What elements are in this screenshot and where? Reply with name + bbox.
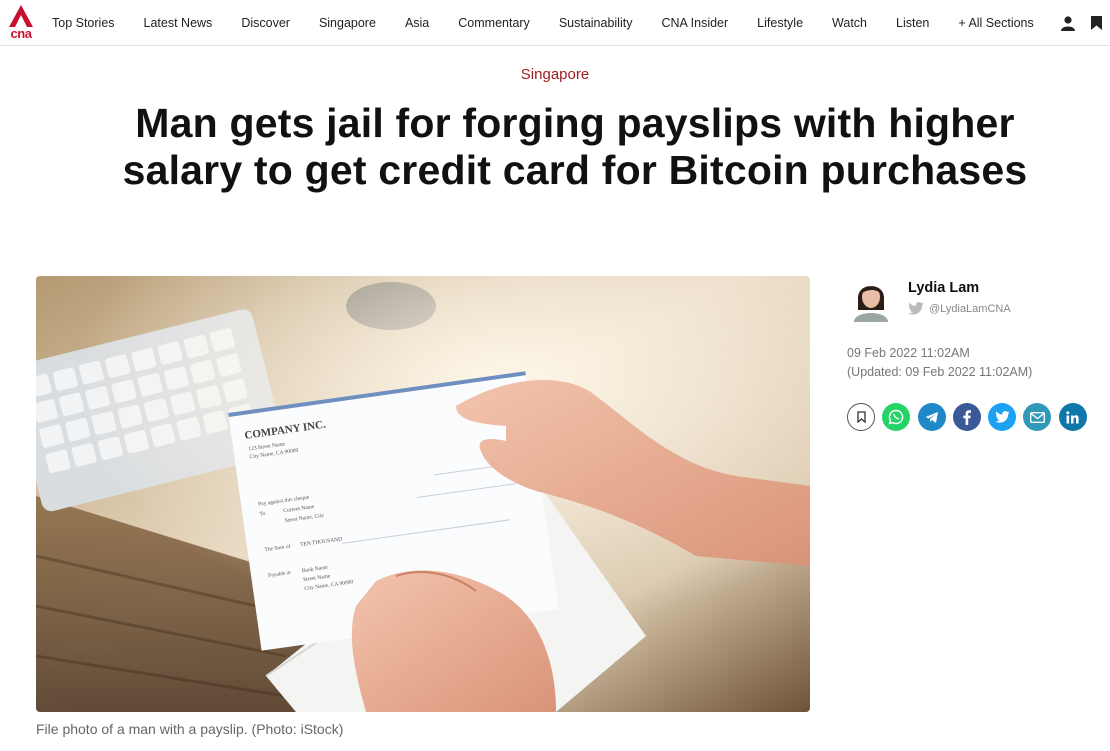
whatsapp-icon [888, 409, 904, 425]
nav-item-all-sections[interactable]: + All Sections [958, 16, 1033, 30]
email-icon [1029, 411, 1045, 423]
nav-item-asia[interactable]: Asia [405, 16, 429, 30]
nav-item-latest-news[interactable]: Latest News [144, 16, 213, 30]
nav-actions [1054, 0, 1110, 46]
nav-item-sustainability[interactable]: Sustainability [559, 16, 633, 30]
nav-item-lifestyle[interactable]: Lifestyle [757, 16, 803, 30]
facebook-share-button[interactable] [952, 403, 981, 431]
author-avatar[interactable] [850, 276, 892, 322]
headline-line-1: Man gets jail for forging payslips with … [135, 100, 1015, 146]
author-name[interactable]: Lydia Lam [908, 280, 979, 296]
headline-line-2: salary to get credit card for Bitcoin pu… [122, 147, 1028, 193]
nav-item-cna-insider[interactable]: CNA Insider [661, 16, 728, 30]
nav-item-listen[interactable]: Listen [896, 16, 929, 30]
top-nav: cna Top Stories Latest News Discover Sin… [0, 0, 1110, 46]
telegram-share-button[interactable] [917, 403, 946, 431]
linkedin-share-button[interactable] [1058, 403, 1087, 431]
bookmark-icon [856, 411, 866, 423]
publish-date: 09 Feb 2022 11:02AM [847, 346, 970, 360]
twitter-share-button[interactable] [988, 403, 1017, 431]
telegram-icon [925, 411, 938, 423]
bookmark-icon[interactable] [1082, 0, 1110, 46]
twitter-icon [908, 302, 924, 315]
email-share-button[interactable] [1023, 403, 1052, 431]
linkedin-icon [1066, 410, 1079, 423]
article-headline: Man gets jail for forging payslips with … [80, 100, 1070, 194]
hero-image: COMPANY INC. 123 Street Name City Name, … [36, 276, 810, 712]
twitter-handle: @LydiaLamCNA [929, 302, 1011, 315]
nav-item-top-stories[interactable]: Top Stories [52, 16, 115, 30]
section-label[interactable]: Singapore [0, 66, 1110, 83]
nav-item-watch[interactable]: Watch [832, 16, 867, 30]
nav-menu: Top Stories Latest News Discover Singapo… [52, 0, 1034, 46]
author-twitter[interactable]: @LydiaLamCNA [908, 302, 1011, 315]
nav-item-singapore[interactable]: Singapore [319, 16, 376, 30]
bookmark-button[interactable] [847, 403, 875, 431]
facebook-icon [963, 409, 971, 425]
cna-logo[interactable]: cna [6, 5, 36, 43]
image-caption: File photo of a man with a payslip. (Pho… [36, 721, 344, 737]
user-icon[interactable] [1054, 0, 1082, 46]
twitter-icon [994, 411, 1010, 423]
updated-date: (Updated: 09 Feb 2022 11:02AM) [847, 365, 1033, 379]
nav-item-discover[interactable]: Discover [241, 16, 290, 30]
payslip-to: To [259, 511, 266, 518]
share-buttons [847, 403, 1094, 431]
nav-item-commentary[interactable]: Commentary [458, 16, 530, 30]
logo-text: cna [10, 26, 32, 41]
whatsapp-share-button[interactable] [882, 403, 911, 431]
